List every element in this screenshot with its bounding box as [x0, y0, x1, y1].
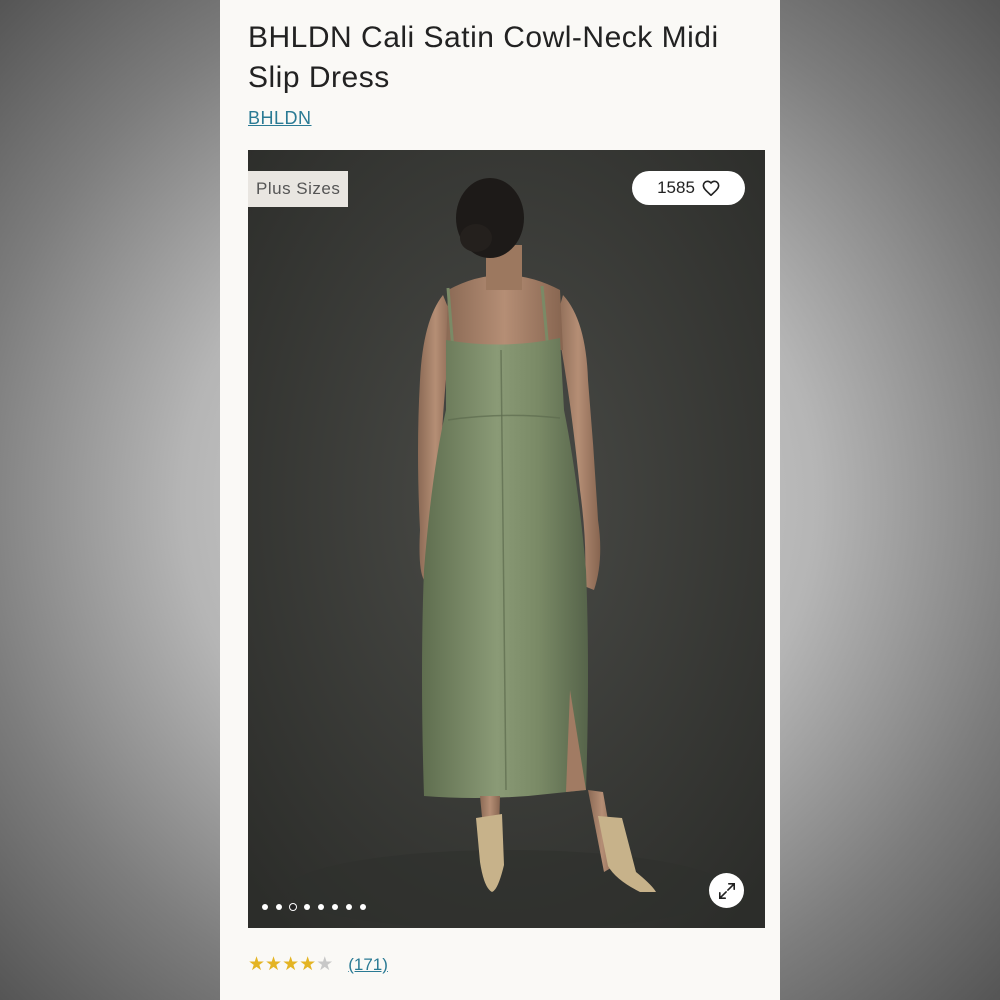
carousel-indicator[interactable] — [262, 904, 366, 910]
model-photo — [248, 150, 765, 928]
star-icon: ★ — [282, 954, 300, 975]
product-card: BHLDN Cali Satin Cowl-Neck Midi Slip Dre… — [220, 0, 780, 1000]
star-icon: ★ — [248, 954, 266, 975]
plus-sizes-badge: Plus Sizes — [248, 171, 349, 207]
carousel-dot[interactable] — [276, 904, 282, 910]
star-icon: ★ — [299, 954, 317, 975]
rating-row: ★ ★ ★ ★ ★ (171) — [248, 955, 388, 975]
carousel-dot[interactable] — [346, 904, 352, 910]
star-rating: ★ ★ ★ ★ ★ — [248, 955, 333, 975]
carousel-dot[interactable] — [332, 904, 338, 910]
product-image[interactable]: Plus Sizes 1585 — [248, 150, 765, 928]
star-icon: ★ — [265, 954, 283, 975]
carousel-dot[interactable] — [262, 904, 268, 910]
expand-icon — [718, 882, 735, 899]
expand-button[interactable] — [709, 873, 744, 908]
like-count: 1585 — [657, 178, 695, 197]
like-button[interactable]: 1585 — [632, 171, 745, 205]
product-title: BHLDN Cali Satin Cowl-Neck Midi Slip Dre… — [248, 21, 719, 94]
carousel-dot[interactable] — [290, 904, 296, 910]
heart-icon — [702, 180, 720, 196]
carousel-dot[interactable] — [318, 904, 324, 910]
carousel-dot[interactable] — [360, 904, 366, 910]
star-icon: ★ — [316, 954, 334, 975]
brand-link[interactable]: BHLDN — [248, 108, 312, 129]
carousel-dot[interactable] — [304, 904, 310, 910]
review-count-link[interactable]: (171) — [348, 955, 388, 975]
